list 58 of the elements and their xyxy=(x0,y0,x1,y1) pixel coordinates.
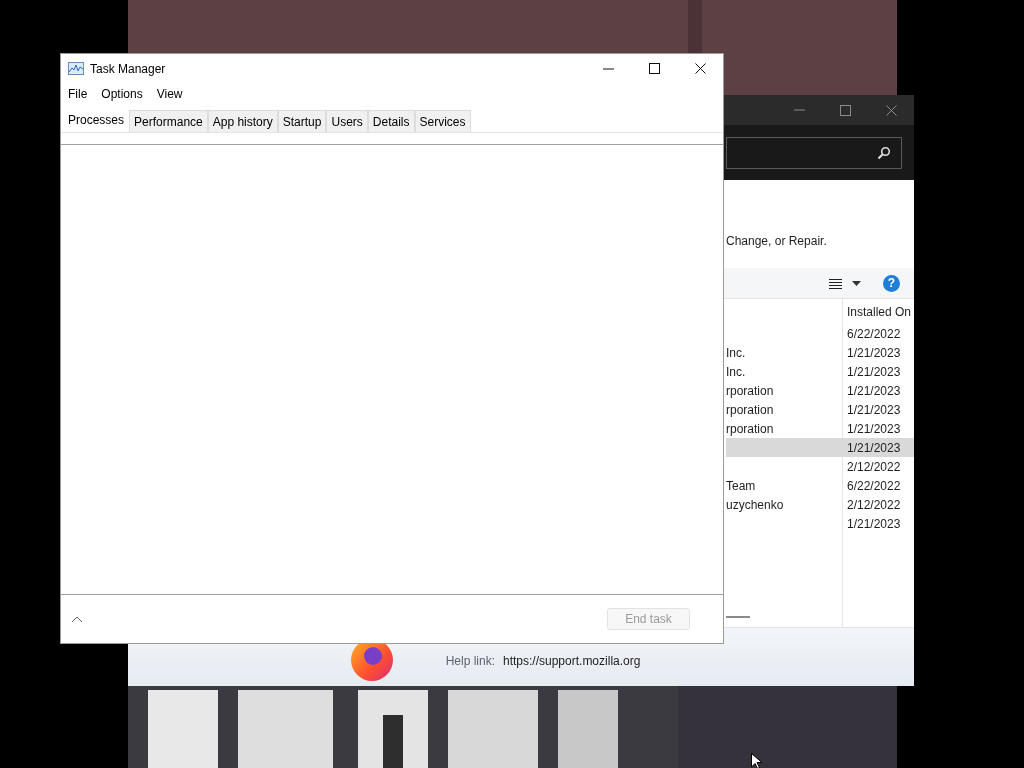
table-cell-text: 1/21/2023 xyxy=(846,345,902,360)
table-cell-text: Inc. xyxy=(726,345,747,360)
table-cell-text: 1/21/2023 xyxy=(846,440,902,455)
table-cell-text: uzychenko xyxy=(726,497,785,512)
close-icon xyxy=(694,63,706,74)
instruction-text: Change, or Repair. xyxy=(726,234,827,248)
table-cell-text: 1/21/2023 xyxy=(846,383,902,398)
table-cell-text: Team xyxy=(726,478,757,493)
maximize-icon xyxy=(839,104,851,116)
table-cell-text: 1/21/2023 xyxy=(846,516,902,531)
search-field[interactable] xyxy=(726,136,902,169)
close-icon xyxy=(885,104,897,116)
table-row[interactable]: 6/22/2022 xyxy=(726,324,914,343)
minimize-icon xyxy=(602,67,614,70)
menu-item[interactable]: View xyxy=(152,84,187,103)
table-row[interactable]: 1/21/2023 xyxy=(726,514,914,533)
tab[interactable]: Startup xyxy=(277,110,327,132)
scrollbar-thumb[interactable] xyxy=(726,616,750,618)
tab[interactable]: Details xyxy=(367,110,415,132)
table-row[interactable]: uzychenko 2/12/2022 xyxy=(726,495,914,514)
table-row[interactable]: rporation 1/21/2023 xyxy=(726,400,914,419)
tab[interactable]: Performance xyxy=(129,110,208,132)
table-cell-text: rporation xyxy=(726,421,775,436)
table-row[interactable]: 1/21/2023 xyxy=(726,438,914,457)
menu-item[interactable]: File xyxy=(64,84,92,103)
minimize-icon xyxy=(793,109,805,111)
table-cell-text: rporation xyxy=(726,383,775,398)
table-cell-text: Inc. xyxy=(726,364,747,379)
table-cell-text: 1/21/2023 xyxy=(846,364,902,379)
table-cell-text: 6/22/2022 xyxy=(846,326,902,341)
table-row[interactable]: rporation 1/21/2023 xyxy=(726,381,914,400)
menu-item[interactable]: Options xyxy=(97,84,147,103)
table-row[interactable]: Inc. 1/21/2023 xyxy=(726,362,914,381)
cursor-icon xyxy=(751,753,763,768)
caret-icon[interactable] xyxy=(852,280,861,286)
column-header[interactable]: Installed On xyxy=(842,304,914,319)
table-row[interactable]: Inc. 1/21/2023 xyxy=(726,343,914,362)
search-icon xyxy=(877,145,891,160)
table-cell-text: 2/12/2022 xyxy=(846,459,902,474)
table-row[interactable]: Team 6/22/2022 xyxy=(726,476,914,495)
list-view-icon[interactable] xyxy=(829,277,842,289)
table-cell-text: 6/22/2022 xyxy=(846,478,902,493)
app-chart-icon xyxy=(68,62,84,75)
table-cell-text: rporation xyxy=(726,402,775,417)
table-cell-text: 1/21/2023 xyxy=(846,402,902,417)
tab[interactable]: Users xyxy=(326,110,368,132)
tab[interactable]: Services xyxy=(414,110,471,132)
help-link[interactable]: https://support.mozilla.org xyxy=(503,654,641,668)
detail-label: Help link: xyxy=(444,654,495,668)
window-title: Task Manager xyxy=(90,61,167,76)
table-row[interactable]: 2/12/2022 xyxy=(726,457,914,476)
maximize-icon xyxy=(648,63,660,74)
help-button[interactable]: ? xyxy=(883,274,900,292)
table-row[interactable]: rporation 1/21/2023 xyxy=(726,419,914,438)
table-cell-text: 2/12/2022 xyxy=(846,497,902,512)
table-cell-text: 1/21/2023 xyxy=(846,421,902,436)
tab[interactable]: App history xyxy=(207,110,278,132)
chevron-up-icon[interactable] xyxy=(71,615,83,623)
